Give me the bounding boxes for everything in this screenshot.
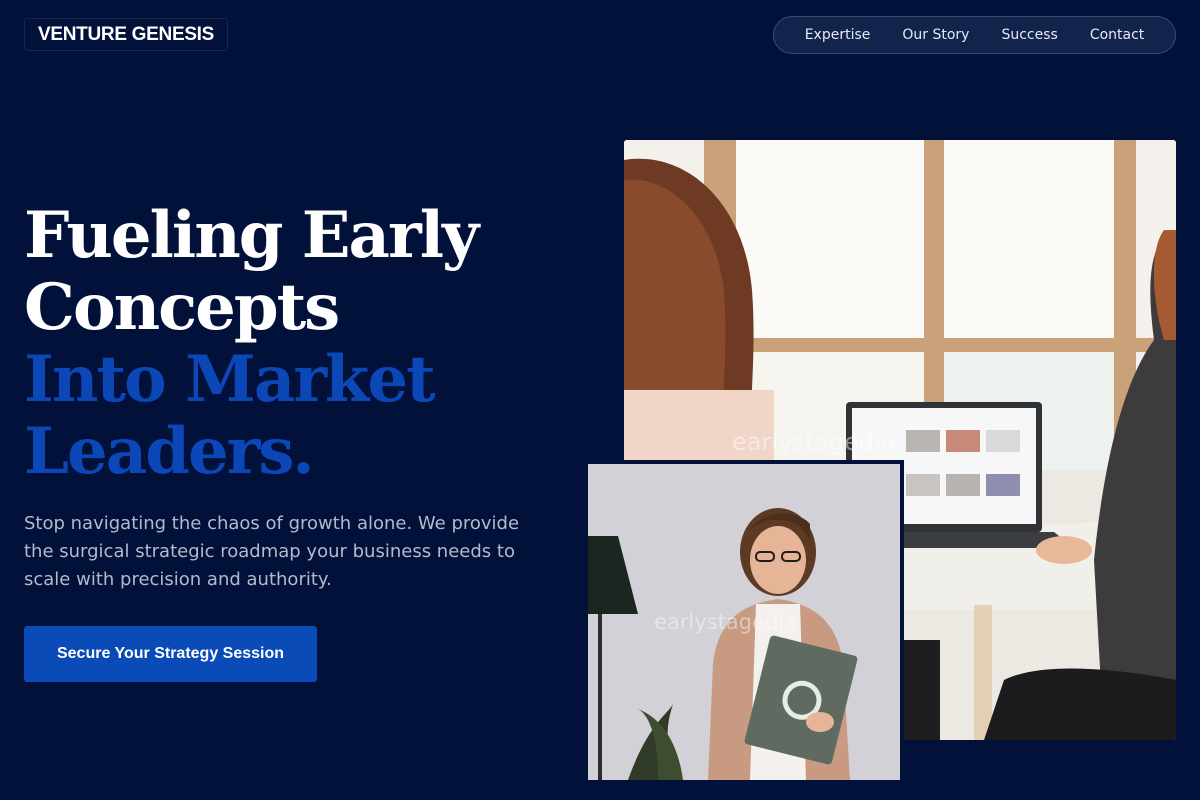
page: VENTURE GENESIS Expertise Our Story Succ…: [0, 0, 1200, 800]
nav-link-expertise[interactable]: Expertise: [805, 27, 871, 43]
headline-line-1: Fueling Early: [24, 198, 479, 273]
hero-headline: Fueling Early Concepts Into Market Leade…: [24, 200, 584, 488]
consultant-illustration: [588, 464, 900, 780]
nav-link-our-story[interactable]: Our Story: [902, 27, 969, 43]
headline-line-2: Concepts: [24, 270, 340, 345]
headline-line-4: Leaders.: [24, 414, 315, 489]
main-nav: Expertise Our Story Success Contact: [773, 16, 1176, 54]
nav-link-contact[interactable]: Contact: [1090, 27, 1144, 43]
brand-logo[interactable]: VENTURE GENESIS: [24, 18, 229, 51]
consultant-photo: earlystagedia: [588, 460, 904, 780]
nav-link-success[interactable]: Success: [1001, 27, 1057, 43]
strategy-session-button[interactable]: Secure Your Strategy Session: [24, 626, 317, 682]
headline-line-3: Into Market: [24, 342, 436, 417]
hero-subtext: Stop navigating the chaos of growth alon…: [24, 513, 520, 590]
